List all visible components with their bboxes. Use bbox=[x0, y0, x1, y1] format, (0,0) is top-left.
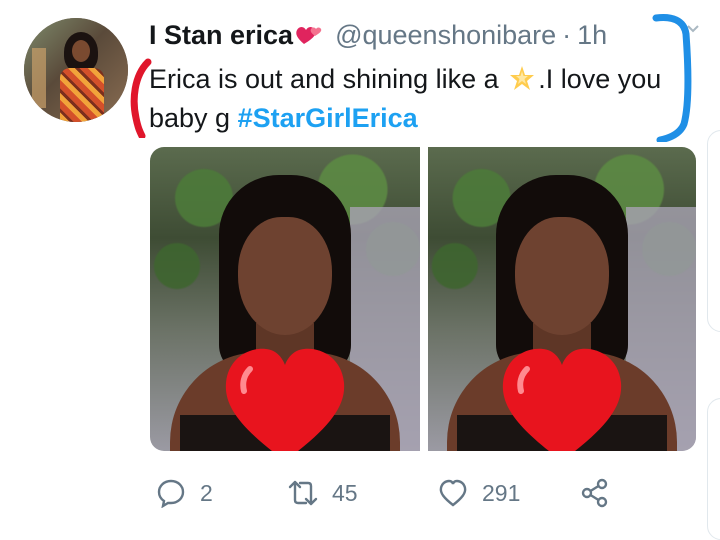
heart-overlay-icon bbox=[502, 348, 622, 451]
tweet-text: Erica is out and shining like a .I love … bbox=[149, 60, 669, 138]
retweet-count: 45 bbox=[332, 479, 358, 506]
hashtag-link[interactable]: #StarGirlErica bbox=[238, 103, 418, 133]
user-handle[interactable]: @queenshonibare bbox=[335, 20, 556, 50]
heart-outline-icon bbox=[439, 479, 467, 507]
side-card-edge bbox=[707, 130, 720, 332]
tweet-actions: 2 45 291 bbox=[0, 478, 720, 512]
retweet-button[interactable]: 45 bbox=[288, 478, 358, 508]
like-count: 291 bbox=[482, 479, 521, 506]
tweet-text-part1: Erica is out and shining like a bbox=[149, 64, 507, 94]
timestamp[interactable]: 1h bbox=[577, 20, 607, 50]
display-name[interactable]: I Stan erica bbox=[149, 20, 293, 50]
glowing-star-icon bbox=[510, 66, 535, 90]
reply-count: 2 bbox=[200, 479, 213, 506]
separator-dot: · bbox=[562, 20, 572, 50]
two-hearts-icon bbox=[296, 27, 322, 44]
side-card-edge bbox=[707, 398, 720, 540]
tweet-photo-2[interactable] bbox=[428, 147, 696, 451]
heart-overlay-icon bbox=[225, 348, 345, 451]
retweet-icon bbox=[288, 480, 318, 506]
tweet-photo-1[interactable] bbox=[150, 147, 420, 451]
reply-icon bbox=[157, 479, 185, 508]
like-button[interactable]: 291 bbox=[438, 478, 520, 508]
blue-bracket-annotation bbox=[652, 14, 692, 142]
share-icon bbox=[581, 478, 608, 508]
avatar[interactable] bbox=[24, 18, 128, 122]
red-bracket-annotation bbox=[130, 58, 152, 138]
reply-button[interactable]: 2 bbox=[156, 478, 213, 508]
tweet-header: I Stan erica @queenshonibare · 1h bbox=[149, 20, 607, 51]
share-button[interactable] bbox=[580, 478, 610, 508]
